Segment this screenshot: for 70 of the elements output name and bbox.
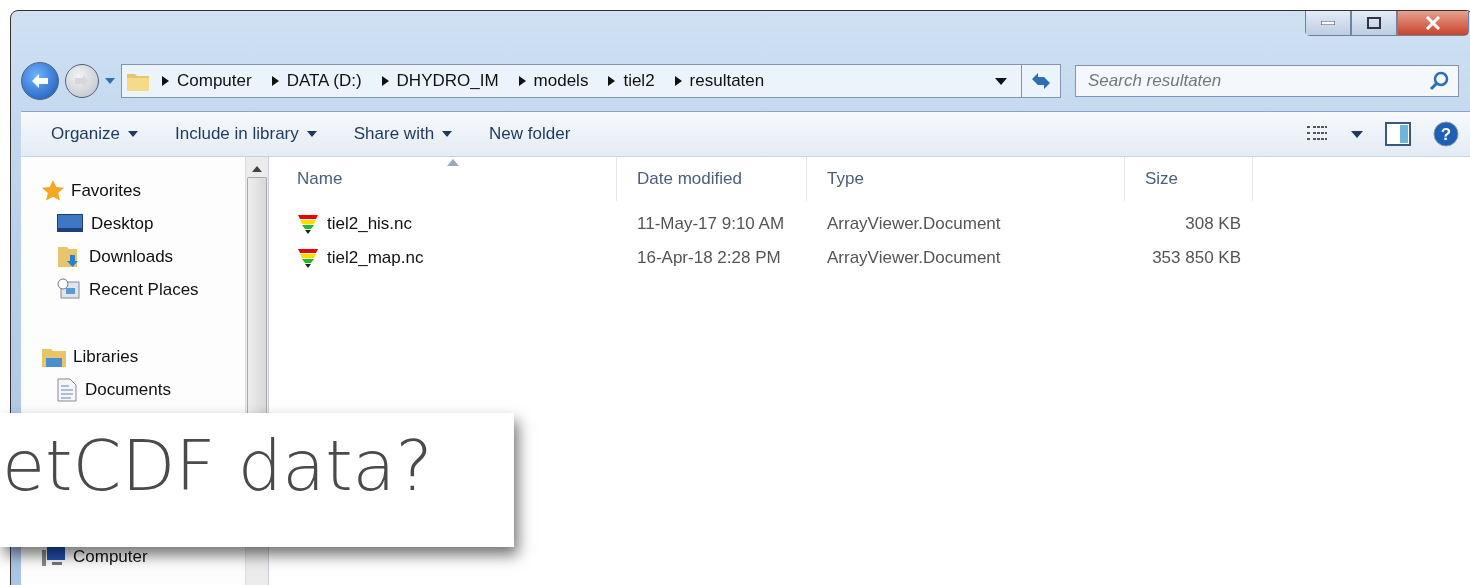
type-cell: ArrayViewer.Document [827,248,1001,268]
column-header[interactable]: Size [1125,157,1253,201]
date-cell: 11-May-17 9:10 AM [637,214,785,234]
help-icon[interactable]: ? [1433,121,1459,147]
file-name[interactable]: tiel2_his.nc [327,214,413,234]
downloads-folder-icon [57,244,81,269]
caret-icon[interactable] [1351,130,1363,138]
star-icon [41,178,65,203]
caret-icon [442,131,453,137]
breadcrumb[interactable]: resultaten [681,71,773,91]
scrollbar-thumb[interactable] [247,177,267,414]
back-button[interactable] [21,62,59,100]
view-list-icon[interactable] [1305,125,1329,143]
preview-pane-icon[interactable] [1385,122,1411,146]
breadcrumb[interactable]: Computer [169,71,260,91]
document-icon [57,377,77,402]
forward-button[interactable] [65,64,99,98]
column-header[interactable]: Date modified [617,157,807,201]
search-icon[interactable] [1429,71,1449,91]
size-cell: 353 850 KB [1152,248,1241,268]
refresh-button[interactable] [1022,64,1061,98]
refresh-icon [1030,71,1052,91]
chevron-icon [518,76,526,86]
chevron-icon [608,76,616,86]
maximize-button[interactable] [1351,11,1397,36]
address-bar[interactable]: Computer DATA (D:) DHYDRO_IM models tiel2 resultaten [121,64,1022,98]
restore-icon [1367,17,1381,29]
breadcrumb[interactable]: models [525,71,597,91]
nav-group[interactable]: Libraries [73,346,139,367]
minimize-icon [1321,21,1335,25]
nav-group[interactable]: Computer [73,546,148,567]
minimize-button[interactable] [1305,11,1351,36]
column-header[interactable]: Type [807,157,1125,201]
file-icon [297,213,319,235]
nav-group[interactable]: Favorites [71,180,141,201]
sort-arrow-icon [446,159,459,166]
desktop-icon [57,213,83,234]
recent-places-icon [57,277,81,302]
caret-icon [128,131,138,137]
type-cell: ArrayViewer.Document [827,214,1001,234]
toolbar-button[interactable]: Share with [343,118,463,150]
nav-item[interactable]: Downloads [89,246,174,267]
chevron-icon [162,76,169,86]
chevron-icon [674,76,682,86]
dropdown-icon[interactable] [995,77,1007,85]
arrow-right-icon [73,74,91,88]
search-field[interactable]: Search resultaten [1075,65,1459,97]
nav-item[interactable]: Recent Places [89,279,199,300]
toolbar-button[interactable]: New folder [479,118,581,150]
nav-item[interactable]: Desktop [91,213,154,234]
file-name[interactable]: tiel2_map.nc [327,248,424,268]
size-cell: 308 KB [1185,214,1241,234]
arrow-left-icon [30,73,50,89]
date-cell: 16-Apr-18 2:28 PM [637,248,781,268]
caption-text: etCDF data? [2,425,433,507]
close-icon [1425,16,1441,30]
file-icon [297,247,319,269]
column-header[interactable]: Name [277,157,617,201]
nav-item[interactable]: Documents [85,379,171,400]
breadcrumb[interactable]: DHYDRO_IM [388,71,507,91]
breadcrumb[interactable]: tiel2 [615,71,663,91]
breadcrumb[interactable]: DATA (D:) [278,71,370,91]
chevron-icon [271,76,279,86]
toolbar-button[interactable]: Organize [41,118,148,150]
toolbar-button[interactable]: Include in library [165,118,327,150]
caret-icon [306,131,317,137]
close-button[interactable] [1397,11,1469,36]
chevron-icon [381,76,389,86]
computer-icon [41,545,67,568]
scroll-up-icon[interactable] [252,165,262,173]
